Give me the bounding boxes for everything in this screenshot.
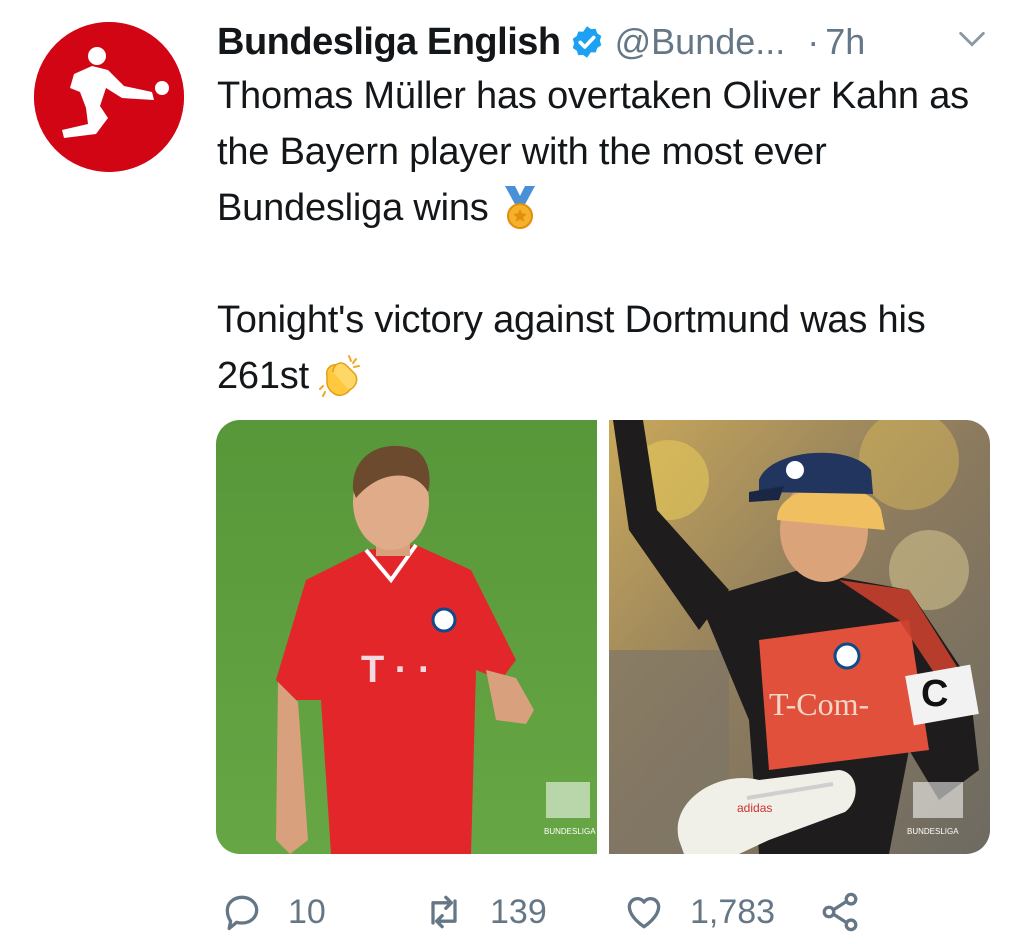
separator-dot: · [807,21,820,62]
retweet-button[interactable]: 139 [422,884,547,940]
account-handle[interactable]: @Bunde... [615,21,786,63]
account-avatar[interactable] [34,22,184,172]
like-count: 1,783 [690,892,776,931]
reply-icon [220,890,264,934]
glove-brand: adidas [737,801,772,815]
account-name[interactable]: Bundesliga English [217,21,561,64]
photo-muller[interactable]: T · · BUNDESLIGA [216,420,597,854]
tweet-media[interactable]: T · · BUNDESLIGA C T-Com- adidas BUNDESL… [216,420,990,854]
tweet-paragraph-2: Tonight's victory against Dortmund was h… [217,292,1007,404]
tweet-paragraph-1-text: Thomas Müller has overtaken Oliver Kahn … [217,75,969,229]
like-button[interactable]: 1,783 [622,884,775,940]
bundesliga-logo-icon [34,22,184,172]
shirt-sponsor-left: T · · [361,649,431,691]
retweet-icon [422,890,466,934]
retweet-count: 139 [490,892,547,931]
clapping-hands-emoji-icon [318,352,361,398]
watermark-right: BUNDESLIGA [907,827,959,836]
tweet-paragraph-1: Thomas Müller has overtaken Oliver Kahn … [217,68,1007,236]
medal-emoji-icon [499,184,541,230]
heart-icon [622,890,666,934]
tweet-actions: 10 139 1,783 [218,884,918,944]
reply-count: 10 [288,892,326,931]
photo-kahn[interactable]: C T-Com- adidas BUNDESLIGA [609,420,990,854]
captain-armband: C [921,673,948,715]
share-button[interactable] [818,884,886,940]
chevron-down-icon[interactable] [955,22,989,56]
tweet-text: Thomas Müller has overtaken Oliver Kahn … [217,68,1007,404]
share-icon [818,890,862,934]
watermark-left: BUNDESLIGA [544,827,596,836]
reply-button[interactable]: 10 [220,884,326,940]
verified-badge-icon [569,24,605,60]
tweet-timestamp[interactable]: 7h [825,21,865,63]
shirt-sponsor-right: T-Com- [769,686,869,722]
tweet-header: Bundesliga English @Bunde... · 7h [217,14,997,70]
